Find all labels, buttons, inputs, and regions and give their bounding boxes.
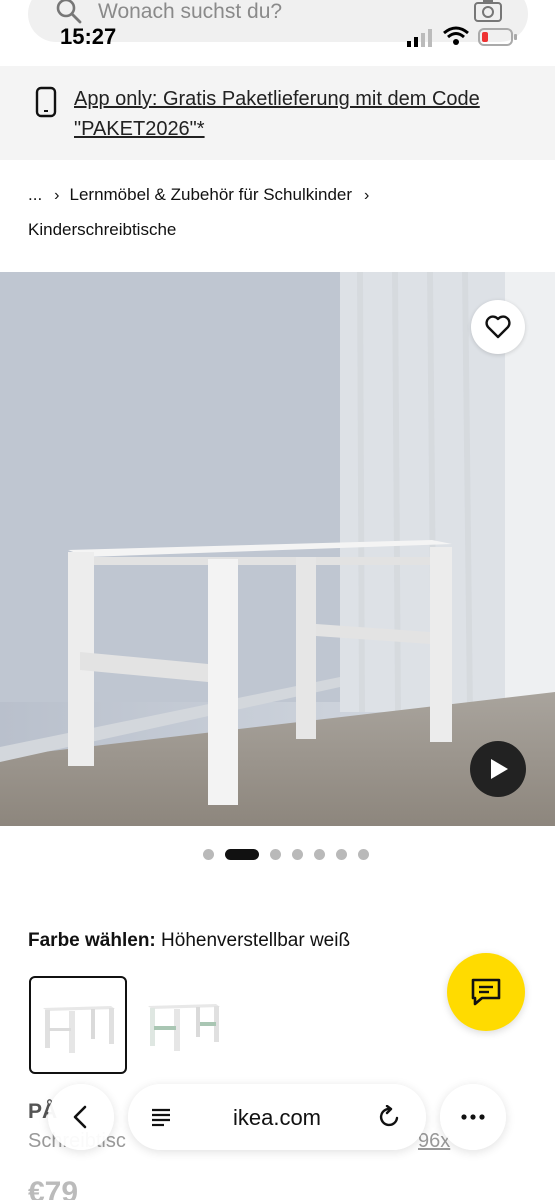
video-play-button[interactable]	[470, 741, 526, 797]
signal-icon	[407, 29, 432, 47]
chevron-right-icon: ›	[364, 187, 370, 204]
color-selector-label: Farbe wählen: Höhenverstellbar weiß	[28, 930, 350, 952]
reload-icon[interactable]	[378, 1105, 402, 1129]
carousel-dot[interactable]	[314, 849, 325, 860]
carousel-dot[interactable]	[270, 849, 281, 860]
breadcrumb-item[interactable]: Kinderschreibtische	[28, 220, 176, 239]
carousel-dot[interactable]	[358, 849, 369, 860]
product-price: €79	[28, 1176, 79, 1200]
breadcrumb: ... › Lernmöbel & Zubehör für Schulkinder ›…	[28, 178, 528, 247]
camera-icon[interactable]	[474, 0, 502, 22]
product-image[interactable]	[0, 272, 555, 826]
promo-text[interactable]: App only: Gratis Paketlieferung mit dem …	[74, 84, 534, 144]
chevron-right-icon: ›	[54, 187, 60, 204]
color-option-green[interactable]	[136, 976, 234, 1074]
heart-icon	[485, 315, 511, 339]
carousel-dots	[0, 848, 555, 862]
carousel-dot[interactable]	[292, 849, 303, 860]
carousel-dot[interactable]	[225, 849, 259, 860]
browser-more-button[interactable]	[440, 1084, 506, 1150]
color-label: Farbe wählen:	[28, 930, 156, 951]
breadcrumb-item[interactable]: Lernmöbel & Zubehör für Schulkinder	[70, 185, 353, 204]
browser-back-button[interactable]	[48, 1084, 114, 1150]
battery-icon	[478, 28, 517, 46]
breadcrumb-ellipsis[interactable]: ...	[28, 185, 42, 204]
phone-icon	[35, 86, 57, 118]
address-bar[interactable]: ikea.com	[128, 1084, 426, 1150]
search-input[interactable]: Wonach suchst du?	[98, 0, 282, 24]
color-value: Höhenverstellbar weiß	[161, 930, 351, 951]
wifi-icon	[443, 26, 469, 45]
favorite-button[interactable]	[471, 300, 525, 354]
top-bar: Wonach suchst du? 15:27	[0, 0, 555, 66]
carousel-dot[interactable]	[336, 849, 347, 860]
promo-banner[interactable]: App only: Gratis Paketlieferung mit dem …	[0, 66, 555, 160]
color-option-white[interactable]	[29, 976, 127, 1074]
back-icon	[73, 1105, 87, 1129]
status-time: 15:27	[60, 24, 117, 49]
carousel-dot[interactable]	[203, 849, 214, 860]
chat-button[interactable]	[447, 953, 525, 1031]
play-icon	[491, 759, 508, 779]
more-icon	[461, 1114, 485, 1120]
chat-icon	[471, 978, 501, 1006]
search-icon	[56, 0, 82, 24]
